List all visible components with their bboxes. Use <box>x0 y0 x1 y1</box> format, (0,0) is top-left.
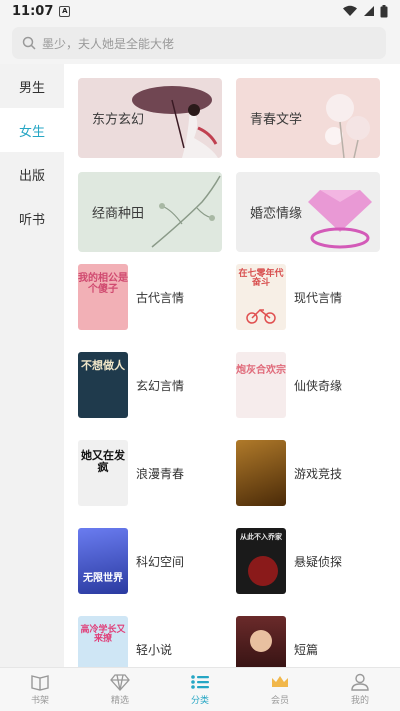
category-gaming-esports[interactable]: 游戏竞技 <box>236 440 386 506</box>
category-label: 悬疑侦探 <box>294 554 343 569</box>
tab-membership[interactable]: 会员 <box>240 668 320 711</box>
search-placeholder: 墨少，夫人她是全能大佬 <box>42 36 175 51</box>
tab-featured[interactable]: 精选 <box>80 668 160 711</box>
crown-icon <box>272 676 288 687</box>
cover-title: 在七零年代奋斗 <box>238 269 284 289</box>
book-cover: 在七零年代奋斗 <box>236 264 286 330</box>
book-cover <box>236 440 286 506</box>
category-label: 古代言情 <box>136 290 185 305</box>
banner-label: 东方玄幻 <box>92 112 145 128</box>
category-scifi-space[interactable]: 无限世界 科幻空间 <box>78 528 228 594</box>
tab-bookshelf[interactable]: 书架 <box>0 668 80 711</box>
cover-title: 炮灰合欢宗 <box>236 365 286 376</box>
book-cover: 无限世界 <box>78 528 128 594</box>
sidebar-item-female[interactable]: 女生 <box>0 108 64 152</box>
tab-label: 分类 <box>190 696 209 706</box>
banner-label: 青春文学 <box>250 112 303 128</box>
umbrella-girl-illustration <box>132 86 218 158</box>
category-label: 轻小说 <box>136 642 173 657</box>
banner-youth-literature[interactable]: 青春文学 <box>236 78 380 158</box>
book-cover: 不想做人 <box>78 352 128 418</box>
category-mystery-detective[interactable]: 从此不入乔家 悬疑侦探 <box>236 528 386 594</box>
sidebar-item-published[interactable]: 出版 <box>0 152 64 196</box>
sidebar-item-label: 出版 <box>18 168 45 184</box>
diamond-ring-illustration <box>308 190 372 249</box>
signal-icon <box>364 6 374 16</box>
category-label: 科幻空间 <box>136 554 185 569</box>
category-content: 东方玄幻 青春文学 经商种田 婚恋情缘 我的相公是个傻子 古代言情 在七零年代奋… <box>64 64 400 667</box>
cover-title: 无限世界 <box>83 572 123 584</box>
sidebar-item-audiobook[interactable]: 听书 <box>0 196 64 240</box>
sidebar-item-male[interactable]: 男生 <box>0 64 64 108</box>
book-cover: 从此不入乔家 <box>236 528 286 594</box>
banner-business-farming[interactable]: 经商种田 <box>78 172 222 252</box>
user-icon <box>351 673 369 691</box>
status-bar: 11:07 A <box>0 0 400 22</box>
notification-icon: A <box>59 5 71 17</box>
cover-title: 我的相公是个傻子 <box>78 273 128 295</box>
book-cover: 我的相公是个傻子 <box>78 264 128 330</box>
banner-marriage-romance[interactable]: 婚恋情缘 <box>236 172 380 252</box>
book-cover: 高冷学长又来撩 <box>78 616 128 667</box>
category-label: 游戏竞技 <box>294 466 343 481</box>
diamond-icon <box>110 674 130 691</box>
tab-profile[interactable]: 我的 <box>320 668 400 711</box>
bottom-tab-bar: 书架 精选 分类 会员 我的 <box>0 667 400 711</box>
book-cover <box>236 616 286 667</box>
search-icon <box>22 36 36 50</box>
list-icon <box>191 675 209 689</box>
category-xianxia[interactable]: 炮灰合欢宗 仙侠奇缘 <box>236 352 386 418</box>
flowers-illustration <box>325 94 370 158</box>
sidebar-item-label: 女生 <box>18 124 45 140</box>
cover-title: 从此不入乔家 <box>240 533 282 541</box>
search-input[interactable]: 墨少，夫人她是全能大佬 <box>12 27 386 59</box>
category-fantasy-romance[interactable]: 不想做人 玄幻言情 <box>78 352 228 418</box>
category-modern-romance[interactable]: 在七零年代奋斗 现代言情 <box>236 264 386 330</box>
banner-eastern-fantasy[interactable]: 东方玄幻 <box>78 78 222 158</box>
tab-label: 会员 <box>270 696 289 706</box>
cover-title: 高冷学长又来撩 <box>80 625 126 645</box>
wifi-icon <box>343 5 357 16</box>
branch-illustration <box>151 175 221 248</box>
tab-label: 精选 <box>110 696 129 706</box>
book-open-icon <box>31 675 49 691</box>
category-label: 仙侠奇缘 <box>294 378 343 393</box>
banner-label: 经商种田 <box>92 206 145 222</box>
book-cover: 炮灰合欢宗 <box>236 352 286 418</box>
cover-title: 她又在发疯 <box>81 449 125 474</box>
tab-label: 我的 <box>350 696 369 706</box>
category-label: 玄幻言情 <box>136 378 185 393</box>
status-time: 11:07 <box>12 3 54 19</box>
category-short-story[interactable]: 短篇 <box>236 616 386 667</box>
sidebar-item-label: 男生 <box>18 80 45 96</box>
category-label: 短篇 <box>294 642 319 657</box>
category-label: 浪漫青春 <box>136 466 185 481</box>
bicycle-icon <box>246 308 276 324</box>
banner-label: 婚恋情缘 <box>250 206 303 222</box>
battery-icon <box>380 4 388 17</box>
tab-label: 书架 <box>30 696 49 706</box>
category-romantic-youth[interactable]: 她又在发疯 浪漫青春 <box>78 440 228 506</box>
category-light-novel[interactable]: 高冷学长又来撩 轻小说 <box>78 616 228 667</box>
category-ancient-romance[interactable]: 我的相公是个傻子 古代言情 <box>78 264 228 330</box>
category-label: 现代言情 <box>294 290 343 305</box>
cover-title: 不想做人 <box>81 359 125 372</box>
tab-categories[interactable]: 分类 <box>160 668 240 711</box>
book-cover: 她又在发疯 <box>78 440 128 506</box>
sidebar-item-label: 听书 <box>18 212 45 228</box>
category-sidebar: 男生 女生 出版 听书 <box>0 64 64 667</box>
